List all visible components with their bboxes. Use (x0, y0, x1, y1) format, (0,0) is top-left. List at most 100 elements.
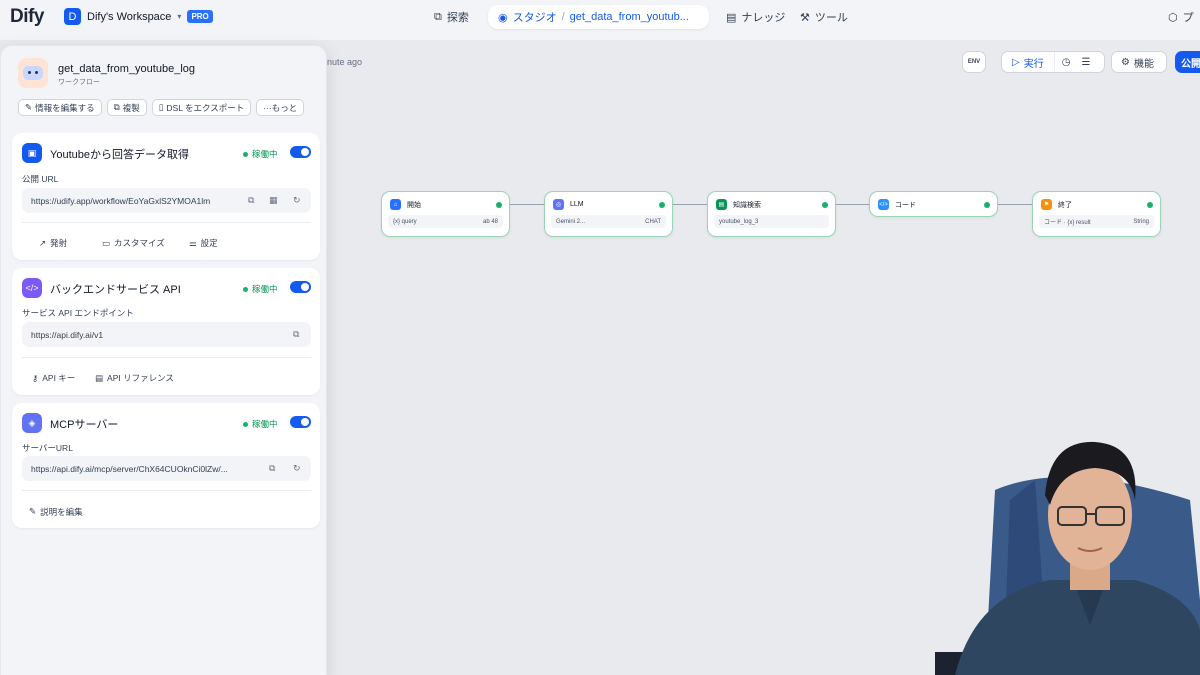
mcp-url-field[interactable]: https://api.dify.ai/mcp/server/ChX64CUOk… (22, 456, 311, 481)
breadcrumb-separator: / (561, 11, 565, 23)
webapp-toggle[interactable] (290, 146, 311, 158)
export-dsl-label: DSL をエクスポート (166, 102, 245, 113)
app-avatar (18, 58, 48, 88)
node-title: 開始 (407, 201, 421, 209)
status-dot (243, 421, 248, 427)
node-model-row: Gemini 2... CHAT (551, 215, 666, 228)
success-indicator (659, 202, 665, 208)
divider (22, 490, 311, 491)
current-app-selector[interactable]: get_data_from_youtub... (570, 11, 689, 23)
nav-plugins[interactable]: ⬡ プ (1168, 5, 1194, 29)
llm-icon: ◎ (553, 199, 564, 210)
pencil-icon: ✎ (25, 102, 33, 112)
edit-description-button[interactable]: ✎ 説明を編集 (29, 506, 83, 518)
nav-explore-label: 探索 (446, 12, 469, 24)
node-title: コード (895, 201, 916, 209)
status-dot (243, 151, 248, 157)
status-badge: 稼働中 (243, 283, 278, 295)
nav-knowledge[interactable]: ▤ ナレッジ (726, 5, 785, 29)
book-icon: ▤ (716, 199, 727, 210)
duplicate-label: 複製 (122, 102, 140, 113)
nav-studio[interactable]: ◉ スタジオ / get_data_from_youtub... (488, 5, 709, 29)
features-button[interactable]: ⚙ 機能 (1111, 51, 1167, 73)
cube-icon: ⬡ (1168, 11, 1178, 24)
publish-button[interactable]: 公開 (1175, 51, 1200, 73)
code-icon: </> (878, 199, 889, 210)
backend-api-toggle[interactable] (290, 281, 311, 293)
tools-icon: ⚒ (800, 11, 810, 24)
env-label: ENV (967, 59, 981, 65)
mcp-toggle[interactable] (290, 416, 311, 428)
app-name: get_data_from_youtube_log (58, 63, 195, 75)
plan-badge: PRO (187, 10, 213, 23)
refresh-icon[interactable]: ↻ (293, 195, 301, 206)
edge-connector (673, 204, 707, 205)
node-dataset-row: youtube_log_3 (714, 215, 829, 228)
env-button[interactable]: ENV (962, 51, 986, 73)
node-start[interactable]: ⌂ 開始 {x} query ab 48 (381, 191, 510, 237)
play-icon: ▷ (1012, 56, 1020, 68)
node-llm[interactable]: ◎ LLM Gemini 2... CHAT (544, 191, 673, 237)
qrcode-icon[interactable]: ▦ (269, 195, 278, 206)
top-nav-bar: Dify D Dify's Workspace ▾ PRO ⧉ 探索 ◉ スタジオ… (0, 0, 1200, 34)
key-icon: ⚷ (32, 372, 39, 383)
api-endpoint-field[interactable]: https://api.dify.ai/v1 (22, 322, 311, 347)
backend-api-card: </> バックエンドサービス API 稼働中 サービス API エンドポイント … (12, 268, 320, 395)
home-icon: ⌂ (390, 199, 401, 210)
nav-tools-label: ツール (814, 12, 848, 24)
edit-info-button[interactable]: ✎ 情報を編集する (18, 99, 102, 116)
duplicate-button[interactable]: ⧉ 複製 (106, 99, 147, 116)
success-indicator (984, 202, 990, 208)
history-icon[interactable]: ◷ (1055, 57, 1078, 68)
compass-icon: ⧉ (434, 10, 442, 23)
more-button[interactable]: ···もっと (256, 99, 305, 116)
refresh-icon[interactable]: ↻ (293, 463, 301, 474)
webapp-card: ▣ Youtubeから回答データ取得 稼働中 公開 URL https://ud… (12, 133, 320, 260)
card-title: MCPサーバー (50, 419, 119, 431)
model-mode: CHAT (645, 218, 661, 225)
checklist-icon[interactable]: ☰ (1077, 57, 1094, 68)
edge-connector (510, 204, 544, 205)
publish-label: 公開 (1181, 58, 1200, 70)
output-type: String (1133, 218, 1149, 225)
copy-icon[interactable]: ⧉ (269, 463, 275, 474)
sliders-icon: ⚌ (189, 237, 197, 248)
paint-icon: ▭ (102, 237, 111, 248)
robot-icon: ◉ (498, 11, 508, 24)
nav-explore[interactable]: ⧉ 探索 (434, 5, 469, 29)
status-dot (243, 286, 248, 292)
node-end[interactable]: ⚑ 終了 コード · {x} result String (1032, 191, 1161, 237)
public-url-field[interactable]: https://udify.app/workflow/EoYaGxlS2YMOA… (22, 188, 311, 213)
copy-icon[interactable]: ⧉ (248, 195, 254, 206)
mcp-icon: ◈ (22, 413, 42, 433)
dify-logo[interactable]: Dify (10, 6, 44, 28)
success-indicator (1147, 202, 1153, 208)
customize-button[interactable]: ▭ カスタマイズ (102, 237, 165, 249)
api-reference-button[interactable]: ▤ API リファレンス (95, 372, 174, 384)
run-button[interactable]: ▷ 実行 (1002, 52, 1055, 72)
code-icon: </> (22, 278, 42, 298)
field-label: 公開 URL (22, 174, 59, 184)
launch-button[interactable]: ↗ 発射 (39, 237, 67, 249)
edge-connector (998, 204, 1032, 205)
last-saved-text: nute ago (327, 57, 363, 67)
api-key-button[interactable]: ⚷ API キー (32, 372, 75, 384)
nav-tools[interactable]: ⚒ ツール (800, 5, 848, 29)
node-code[interactable]: </> コード (869, 191, 998, 217)
copy-icon[interactable]: ⧉ (293, 329, 299, 340)
more-label: ···もっと (263, 102, 298, 113)
nav-knowledge-label: ナレッジ (741, 12, 786, 24)
export-dsl-button[interactable]: ▯ DSL をエクスポート (151, 99, 252, 116)
workspace-switcher[interactable]: D Dify's Workspace ▾ PRO (64, 8, 213, 25)
nav-plugins-label: プ (1182, 12, 1194, 24)
node-output-row: コード · {x} result String (1039, 215, 1154, 228)
field-label: サーバーURL (22, 443, 73, 453)
workspace-name: Dify's Workspace (87, 10, 172, 23)
divider (22, 222, 311, 223)
robot-icon (23, 66, 43, 80)
status-text: 稼働中 (252, 149, 278, 159)
node-knowledge-retrieval[interactable]: ▤ 知識検索 youtube_log_3 (707, 191, 836, 237)
settings-button[interactable]: ⚌ 設定 (189, 237, 218, 249)
model-name: Gemini 2... (556, 218, 586, 225)
launch-label: 発射 (50, 238, 68, 248)
